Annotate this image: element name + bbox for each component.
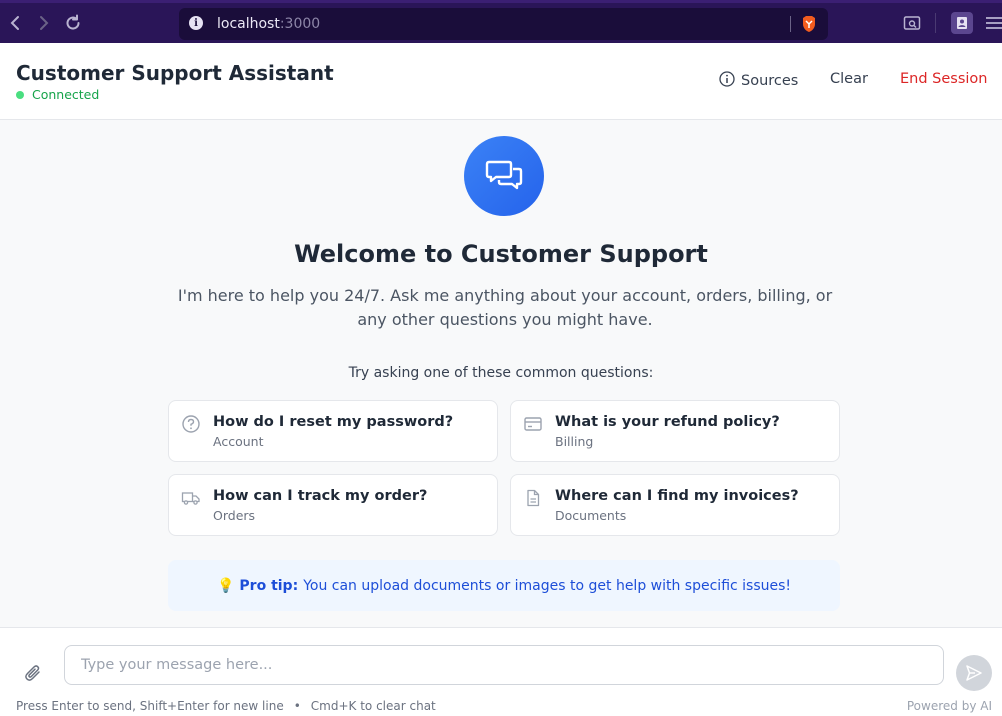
keyboard-hint: Press Enter to send, Shift+Enter for new… [16,699,436,713]
suggestion-card-invoices[interactable]: Where can I find my invoices? Documents [510,474,840,536]
suggestion-card-refund-policy[interactable]: What is your refund policy? Billing [510,400,840,462]
suggestion-card-track-order[interactable]: How can I track my order? Orders [168,474,498,536]
toolbar-divider [935,13,936,33]
sources-label: Sources [741,73,799,89]
suggestion-category: Documents [555,508,627,523]
tab-search-icon[interactable] [903,14,923,34]
suggestions-label: Try asking one of these common questions… [348,365,654,381]
suggestion-category: Account [213,434,264,449]
question-circle-icon [181,414,201,434]
pro-tip-label: Pro tip: [239,577,299,594]
browser-toolbar: i localhost:3000 [0,0,1002,43]
powered-by: Powered by AI [906,699,992,713]
lightbulb-icon: 💡 [216,577,235,594]
url-text: localhost:3000 [217,16,321,32]
suggestion-title: What is your refund policy? [555,414,780,430]
app-header: Customer Support Assistant Connected Sou… [0,43,1002,120]
suggestion-card-reset-password[interactable]: How do I reset my password? Account [168,400,498,462]
reload-icon[interactable] [62,12,84,34]
suggestion-title: Where can I find my invoices? [555,488,799,504]
address-bar[interactable]: i localhost:3000 [179,8,828,40]
suggestion-title: How can I track my order? [213,488,428,504]
site-info-icon[interactable]: i [189,16,203,30]
menu-icon[interactable] [984,14,1002,34]
message-composer: Press Enter to send, Shift+Enter for new… [0,627,1002,716]
document-icon [523,488,543,508]
url-divider [790,16,791,32]
suggestion-title: How do I reset my password? [213,414,454,430]
hint-enter: Press Enter to send, Shift+Enter for new… [16,699,284,713]
truck-icon [181,488,201,508]
chat-bubbles-icon [485,160,523,190]
info-icon [719,71,735,91]
welcome-title: Welcome to Customer Support [294,240,708,268]
welcome-description: I'm here to help you 24/7. Ask me anythi… [177,286,833,329]
brave-shield-icon[interactable] [801,15,817,37]
pro-tip-banner: 💡 Pro tip: You can upload documents or i… [168,560,840,611]
hint-separator: • [293,699,301,713]
suggestion-category: Orders [213,508,256,523]
end-session-button[interactable]: End Session [900,71,988,87]
chat-logo [464,136,544,216]
paperclip-icon[interactable] [22,662,44,684]
connection-status: Connected [16,87,99,102]
forward-icon[interactable] [33,12,55,34]
credit-card-icon [523,414,543,434]
send-icon [966,665,982,681]
suggestion-category: Billing [555,434,594,449]
profile-icon[interactable] [951,12,973,34]
back-icon[interactable] [4,12,26,34]
status-dot-icon [16,90,24,99]
page-title: Customer Support Assistant [16,61,334,85]
message-input[interactable] [64,645,944,685]
send-button[interactable] [956,655,992,691]
hint-clear: Cmd+K to clear chat [310,699,436,713]
status-text: Connected [32,87,100,102]
sources-button[interactable]: Sources [719,71,798,91]
pro-tip-text: You can upload documents or images to ge… [303,577,792,594]
clear-button[interactable]: Clear [830,71,868,87]
